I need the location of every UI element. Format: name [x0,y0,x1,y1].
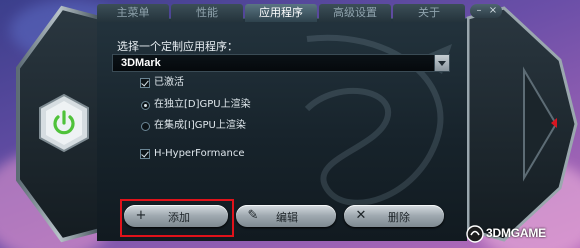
x-icon: ✕ [355,208,367,223]
watermark-text: 3DMGAME [486,226,546,240]
tab-bar: 主菜单 性能 应用程序 高级设置 关于 [97,4,467,22]
tab-applications[interactable]: 应用程序 [245,4,317,22]
tab-main-menu[interactable]: 主菜单 [97,4,169,22]
integrated-gpu-label: 在集成[I]GPU上渲染 [154,120,246,131]
edit-button-label: 编辑 [276,211,298,224]
integrated-gpu-radio[interactable] [141,122,150,131]
hyperformance-checkbox[interactable] [140,149,150,159]
select-app-prompt: 选择一个定制应用程序： [117,40,238,53]
pencil-icon: ✎ [247,208,259,223]
tab-performance[interactable]: 性能 [171,4,243,22]
watermark-logo-icon [466,225,484,243]
delete-button[interactable]: ✕ 删除 [344,205,444,227]
minimize-button[interactable]: – [472,4,486,18]
activated-checkbox[interactable] [140,78,150,88]
app-select-value: 3DMark [121,57,161,69]
tab-about[interactable]: 关于 [393,4,465,22]
activated-label: 已激活 [154,77,184,88]
discrete-gpu-label: 在独立[D]GPU上渲染 [154,99,251,110]
tab-advanced-settings[interactable]: 高级设置 [319,4,391,22]
close-button[interactable]: × [486,4,500,18]
hyperformance-label: H-HyperFormance [154,148,245,159]
site-watermark: 3DMGAME [466,224,578,244]
discrete-gpu-radio[interactable] [141,101,150,110]
annotation-highlight [120,199,234,237]
delete-button-label: 删除 [388,211,410,224]
dropdown-arrow-icon[interactable] [434,55,449,71]
app-select-dropdown[interactable]: 3DMark [112,54,450,72]
collapse-arrow-icon[interactable] [551,118,557,128]
right-chrome-frame [466,6,578,242]
window-controls: – × [470,4,502,18]
edit-button[interactable]: ✎ 编辑 [236,205,336,227]
app-window: 主菜单 性能 应用程序 高级设置 关于 – × 选择一个定制应用程序： 3DMa… [0,0,580,248]
power-button[interactable] [38,93,90,153]
